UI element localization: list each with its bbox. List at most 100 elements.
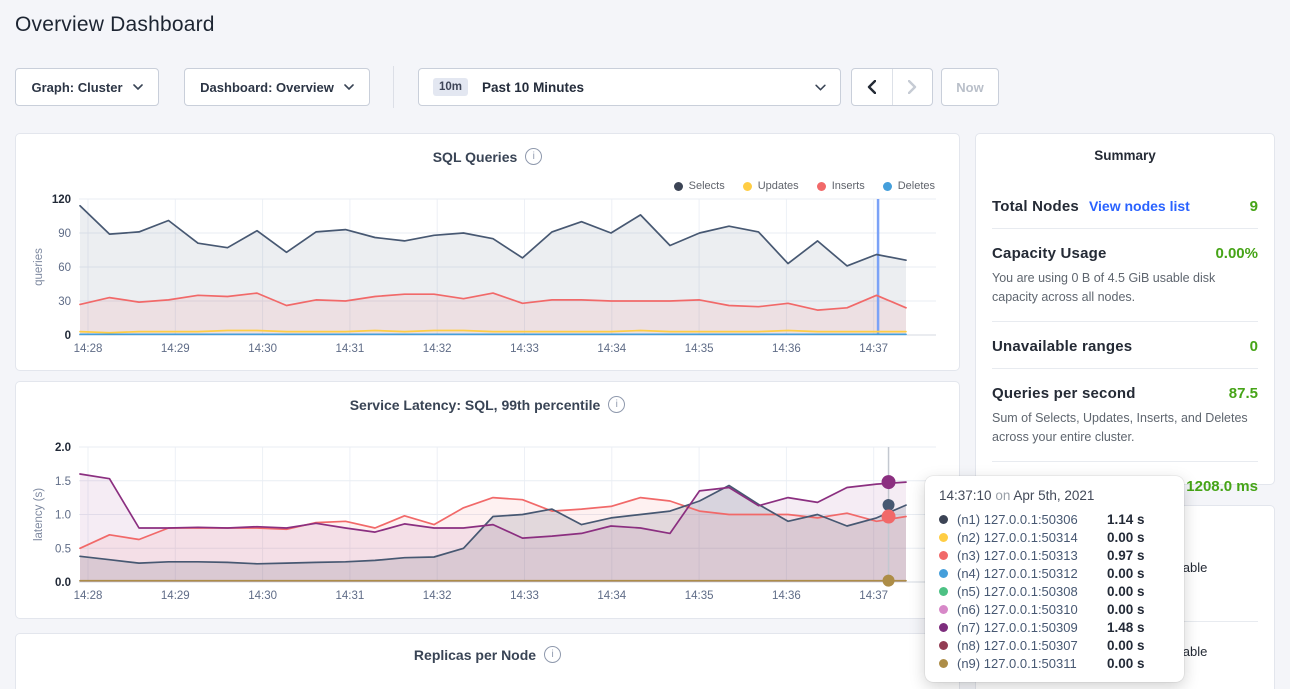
time-range-selector[interactable]: 10m Past 10 Minutes [418, 68, 841, 106]
tooltip-node-label: (n4) 127.0.0.1:50312 [957, 566, 1107, 581]
tooltip-node-label: (n9) 127.0.0.1:50311 [957, 656, 1107, 671]
series-dot-icon [939, 515, 948, 524]
summary-value: 87.5 [1229, 385, 1258, 402]
summary-row-head: Total NodesView nodes list9 [992, 198, 1258, 215]
svg-text:14:29: 14:29 [161, 590, 190, 602]
now-button[interactable]: Now [941, 68, 999, 106]
svg-text:14:29: 14:29 [161, 343, 190, 355]
svg-text:60: 60 [58, 262, 71, 274]
chart-hover-tooltip: 14:37:10 on Apr 5th, 2021 (n1) 127.0.0.1… [925, 476, 1184, 682]
tooltip-node-row: (n2) 127.0.0.1:503140.00 s [939, 528, 1170, 546]
tooltip-node-row: (n4) 127.0.0.1:503120.00 s [939, 564, 1170, 582]
tooltip-node-value: 0.97 s [1107, 548, 1145, 563]
tooltip-node-row: (n9) 127.0.0.1:503110.00 s [939, 654, 1170, 672]
dashboard-label: Dashboard: Overview [200, 80, 334, 95]
sql-queries-card: SQL Queries i SelectsUpdatesInsertsDelet… [15, 133, 960, 371]
svg-text:14:35: 14:35 [685, 590, 714, 602]
svg-text:0.5: 0.5 [55, 543, 71, 555]
summary-value: 0 [1250, 338, 1258, 355]
summary-row: Queries per second 87.5 Sum of Selects, Up… [992, 369, 1258, 462]
legend-dot-icon [743, 182, 752, 191]
summary-value: 0.00% [1215, 245, 1258, 262]
svg-text:14:36: 14:36 [772, 343, 801, 355]
summary-row-head: Queries per second 87.5 [992, 385, 1258, 402]
replicas-per-node-card: Replicas per Node i [15, 633, 960, 689]
page-title: Overview Dashboard [15, 13, 215, 37]
svg-text:14:31: 14:31 [336, 343, 365, 355]
svg-text:2.0: 2.0 [55, 442, 71, 454]
tooltip-node-row: (n7) 127.0.0.1:503091.48 s [939, 618, 1170, 636]
legend-label: Inserts [832, 180, 865, 192]
chart-legend: Selects Updates Inserts Deletes [674, 180, 935, 192]
svg-text:14:33: 14:33 [510, 590, 539, 602]
tooltip-node-label: (n7) 127.0.0.1:50309 [957, 620, 1107, 635]
overview-dashboard-page: Overview Dashboard Graph: Cluster Dashbo… [0, 0, 1290, 689]
legend-item-selects: Selects [674, 180, 725, 192]
svg-text:latency (s): latency (s) [33, 488, 45, 541]
tooltip-node-label: (n1) 127.0.0.1:50306 [957, 512, 1107, 527]
dashboard-dropdown[interactable]: Dashboard: Overview [184, 68, 370, 106]
chevron-right-icon [908, 80, 917, 94]
svg-text:14:30: 14:30 [248, 590, 277, 602]
time-range-label: Past 10 Minutes [482, 80, 815, 95]
svg-text:14:28: 14:28 [74, 590, 103, 602]
series-dot-icon [939, 569, 948, 578]
tooltip-node-label: (n6) 127.0.0.1:50310 [957, 602, 1107, 617]
chevron-down-icon [344, 84, 354, 90]
summary-row-head: Unavailable ranges0 [992, 338, 1258, 355]
summary-row: Capacity Usage 0.00% You are using 0 B of … [992, 229, 1258, 322]
sql-queries-chart[interactable]: 14:2814:2914:3014:3114:3214:3314:3414:35… [16, 134, 961, 372]
legend-item-deletes: Deletes [883, 180, 935, 192]
info-icon[interactable]: i [544, 646, 561, 663]
series-dot-icon [939, 641, 948, 650]
legend-dot-icon [674, 182, 683, 191]
tooltip-node-value: 0.00 s [1107, 602, 1145, 617]
svg-text:14:33: 14:33 [510, 343, 539, 355]
svg-text:1.0: 1.0 [55, 510, 71, 522]
view-nodes-list-link[interactable]: View nodes list [1089, 198, 1190, 214]
svg-text:0: 0 [65, 330, 71, 342]
tooltip-node-label: (n8) 127.0.0.1:50307 [957, 638, 1107, 653]
legend-label: Updates [758, 180, 799, 192]
summary-panel: Summary Total NodesView nodes list9Capac… [975, 133, 1275, 485]
summary-description: You are using 0 B of 4.5 GiB usable disk… [992, 269, 1258, 308]
tooltip-node-value: 0.00 s [1107, 530, 1145, 545]
controls-separator [393, 66, 394, 108]
legend-item-updates: Updates [743, 180, 799, 192]
tooltip-rows: (n1) 127.0.0.1:503061.14 s(n2) 127.0.0.1… [939, 510, 1170, 672]
summary-label: Total Nodes [992, 198, 1079, 215]
svg-text:14:36: 14:36 [772, 590, 801, 602]
svg-text:120: 120 [52, 194, 71, 206]
prev-time-button[interactable] [852, 69, 892, 105]
svg-text:14:32: 14:32 [423, 343, 452, 355]
legend-label: Deletes [898, 180, 935, 192]
summary-value: 1208.0 ms [1186, 478, 1258, 495]
svg-text:14:28: 14:28 [74, 343, 103, 355]
summary-description: Sum of Selects, Updates, Inserts, and De… [992, 409, 1258, 448]
summary-label: Queries per second [992, 385, 1136, 402]
tooltip-node-value: 1.14 s [1107, 512, 1145, 527]
svg-text:14:37: 14:37 [859, 590, 888, 602]
summary-label: Capacity Usage [992, 245, 1107, 262]
summary-rows: Total NodesView nodes list9Capacity Usag… [992, 180, 1258, 508]
tooltip-node-row: (n6) 127.0.0.1:503100.00 s [939, 600, 1170, 618]
replicas-title-row: Replicas per Node i [16, 646, 959, 663]
tooltip-node-row: (n3) 127.0.0.1:503130.97 s [939, 546, 1170, 564]
tooltip-node-row: (n8) 127.0.0.1:503070.00 s [939, 636, 1170, 654]
next-time-button[interactable] [892, 69, 932, 105]
chevron-down-icon [815, 84, 826, 91]
svg-text:14:32: 14:32 [423, 590, 452, 602]
tooltip-timestamp: 14:37:10 on Apr 5th, 2021 [939, 488, 1170, 503]
series-dot-icon [939, 659, 948, 668]
graph-scope-dropdown[interactable]: Graph: Cluster [15, 68, 159, 106]
service-latency-chart[interactable]: 14:2814:2914:3014:3114:3214:3314:3414:35… [16, 382, 961, 620]
summary-row: Unavailable ranges0 [992, 322, 1258, 369]
svg-text:14:35: 14:35 [685, 343, 714, 355]
svg-text:queries: queries [33, 248, 45, 286]
series-dot-icon [939, 533, 948, 542]
service-latency-card: Service Latency: SQL, 99th percentile i … [15, 381, 960, 619]
chevron-left-icon [867, 80, 876, 94]
time-range-badge: 10m [433, 78, 468, 96]
summary-row-head: Capacity Usage 0.00% [992, 245, 1258, 262]
svg-text:30: 30 [58, 296, 71, 308]
